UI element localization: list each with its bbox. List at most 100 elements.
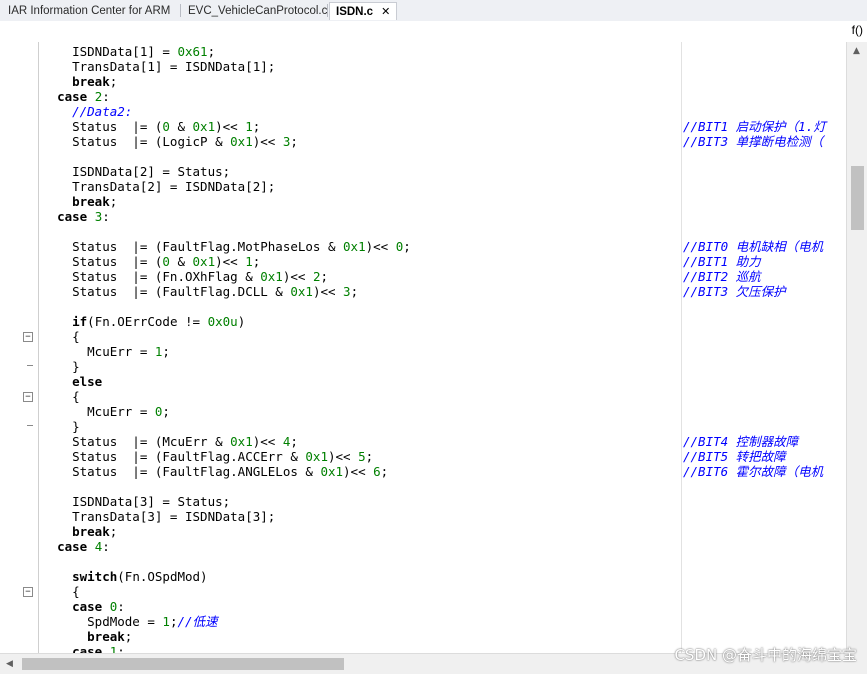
code-line[interactable]: case 3: <box>42 209 110 224</box>
code-token: ; <box>109 74 118 89</box>
code-line[interactable]: Status |= (McuErr & 0x1)<< 4; <box>42 434 298 449</box>
line-comment: //BIT3 单撑断电检测（ <box>683 134 824 149</box>
code-line[interactable]: case 2: <box>42 89 110 104</box>
number-token: 0x1 <box>305 449 328 464</box>
vertical-scroll-thumb[interactable] <box>851 166 864 230</box>
code-token: : <box>102 539 110 554</box>
editor-toolbar: f() <box>0 21 867 43</box>
code-line[interactable]: Status |= (FaultFlag.DCLL & 0x1)<< 3; <box>42 284 358 299</box>
code-token: ; <box>162 344 170 359</box>
code-token: ; <box>350 284 359 299</box>
keyword-token: break <box>87 629 125 644</box>
code-line[interactable]: ISDNData[3] = Status; <box>42 494 230 509</box>
code-token: : <box>102 209 110 224</box>
code-line[interactable]: break; <box>42 194 117 209</box>
code-line[interactable]: TransData[1] = ISDNData[1]; <box>42 59 275 74</box>
code-line[interactable]: ISDNData[1] = 0x61; <box>42 44 215 59</box>
tab-bar: IAR Information Center for ARM EVC_Vehic… <box>0 0 867 22</box>
keyword-token: case <box>72 599 103 614</box>
code-line[interactable]: break; <box>42 74 117 89</box>
horizontal-scroll-thumb[interactable] <box>22 658 344 670</box>
code-line[interactable]: { <box>42 389 80 404</box>
tab-label: EVC_VehicleCanProtocol.c <box>188 5 328 17</box>
code-token: Status |= (FaultFlag.DCLL & <box>42 284 291 299</box>
code-token: ISDNData[3] = Status; <box>42 494 231 509</box>
code-line[interactable]: Status |= (FaultFlag.MotPhaseLos & 0x1)<… <box>42 239 411 254</box>
number-token: 1 <box>245 119 253 134</box>
tab-isdn-c[interactable]: ISDN.c ✕ <box>329 2 398 20</box>
code-line[interactable]: { <box>42 329 80 344</box>
fold-collapse-icon[interactable]: − <box>23 332 33 342</box>
number-token: 0x1 <box>320 464 344 479</box>
code-token: Status |= (LogicP & <box>42 134 231 149</box>
code-token: ; <box>380 464 389 479</box>
code-line[interactable]: Status |= (LogicP & 0x1)<< 3; <box>42 134 298 149</box>
code-line[interactable]: else <box>42 374 102 389</box>
code-token: ) <box>237 314 246 329</box>
code-token: } <box>42 419 80 434</box>
code-line[interactable]: Status |= (0 & 0x1)<< 1; <box>42 254 260 269</box>
close-icon[interactable]: ✕ <box>381 6 390 18</box>
keyword-token: break <box>72 524 110 539</box>
number-token: 0 <box>162 254 170 269</box>
code-token: ; <box>320 269 328 284</box>
line-comment: //BIT1 助力 <box>683 254 761 269</box>
code-line[interactable]: McuErr = 1; <box>42 344 170 359</box>
code-token: Status |= (FaultFlag.ACCErr & <box>42 449 306 464</box>
code-line[interactable]: Status |= (0 & 0x1)<< 1; <box>42 119 260 134</box>
code-line[interactable]: ISDNData[2] = Status; <box>42 164 230 179</box>
number-token: 0x1 <box>192 119 216 134</box>
code-line[interactable]: } <box>42 359 80 374</box>
code-line[interactable]: case 0: <box>42 599 125 614</box>
code-line[interactable]: switch(Fn.OSpdMod) <box>42 569 207 584</box>
scroll-up-arrow-icon[interactable]: ▲ <box>853 46 860 56</box>
code-line[interactable]: break; <box>42 629 132 644</box>
tab-iar-information-center[interactable]: IAR Information Center for ARM <box>2 2 176 20</box>
code-token: )<< <box>327 449 359 464</box>
code-line[interactable]: case 1: <box>42 644 125 653</box>
code-token: Status |= (FaultFlag.ANGLELos & <box>42 464 321 479</box>
code-token: & <box>169 119 193 134</box>
code-token: )<< <box>215 119 246 134</box>
function-list-icon[interactable]: f() <box>852 23 863 37</box>
fold-collapse-icon[interactable]: − <box>23 392 33 402</box>
code-editor[interactable]: − − − ISDNData[1] = 0x61; TransData[1] =… <box>0 42 846 653</box>
code-token: McuErr = <box>42 344 155 359</box>
tab-evc-vehiclecanprotocol[interactable]: EVC_VehicleCanProtocol.c <box>182 2 333 20</box>
code-line[interactable]: Status |= (Fn.OXhFlag & 0x1)<< 2; <box>42 269 328 284</box>
code-token: )<< <box>252 434 283 449</box>
code-token: Status |= (FaultFlag.MotPhaseLos & <box>42 239 344 254</box>
code-line[interactable]: Status |= (FaultFlag.ACCErr & 0x1)<< 5; <box>42 449 373 464</box>
code-line[interactable]: TransData[2] = ISDNData[2]; <box>42 179 275 194</box>
number-token: 0x61 <box>177 44 208 59</box>
tab-label: IAR Information Center for ARM <box>8 5 171 17</box>
number-token: 0x1 <box>260 269 283 284</box>
code-token: { <box>42 584 80 599</box>
code-line[interactable]: //Data2: <box>42 104 132 119</box>
number-token: 6 <box>373 464 381 479</box>
number-token: 0x1 <box>290 284 313 299</box>
vertical-scrollbar[interactable]: ▲ <box>846 42 867 653</box>
keyword-token: break <box>72 194 110 209</box>
code-line[interactable]: case 4: <box>42 539 110 554</box>
code-token: SpdMode = <box>42 614 163 629</box>
code-line[interactable]: SpdMode = 1;//低速 <box>42 614 217 629</box>
code-line[interactable]: break; <box>42 524 117 539</box>
scroll-left-arrow-icon[interactable]: ◀ <box>6 659 13 669</box>
code-line[interactable]: } <box>42 419 80 434</box>
code-line[interactable]: TransData[3] = ISDNData[3]; <box>42 509 275 524</box>
code-token: )<< <box>215 254 246 269</box>
fold-collapse-icon[interactable]: − <box>23 587 33 597</box>
code-line[interactable]: Status |= (FaultFlag.ANGLELos & 0x1)<< 6… <box>42 464 388 479</box>
code-line[interactable]: { <box>42 584 80 599</box>
code-line[interactable]: if(Fn.OErrCode != 0x0u) <box>42 314 245 329</box>
code-line[interactable]: McuErr = 0; <box>42 404 170 419</box>
